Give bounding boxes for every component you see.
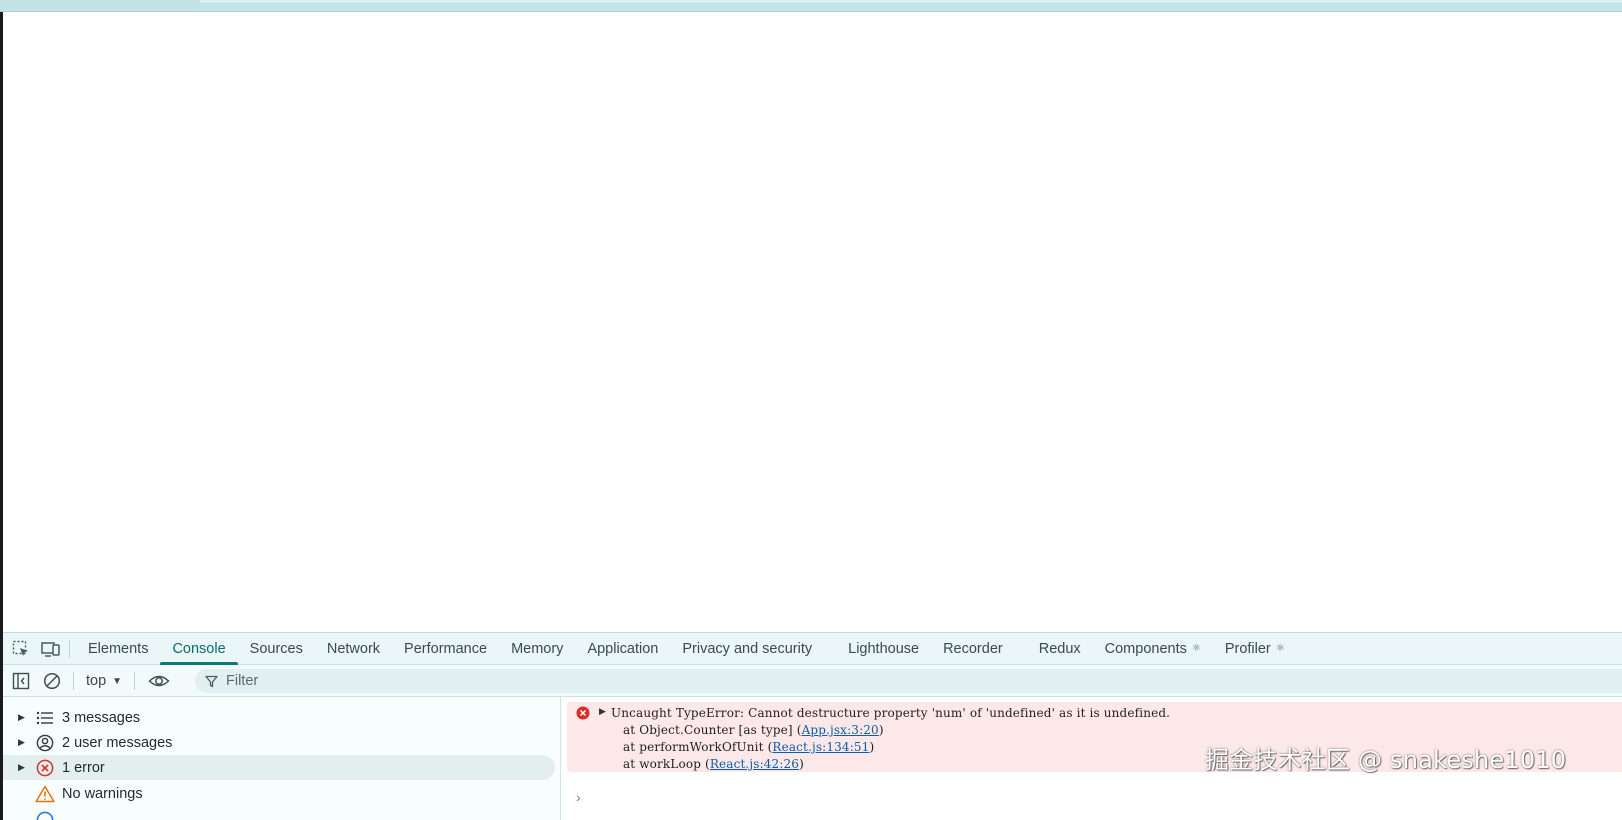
dropdown-arrow-icon: ▼ (112, 676, 123, 687)
source-link[interactable]: React.js:134:51 (772, 740, 869, 754)
sidebar-item-label: 3 messages (62, 709, 141, 726)
tab-performance[interactable]: Performance (392, 633, 499, 665)
error-icon (576, 706, 590, 720)
stack-frame-suffix: ) (799, 757, 804, 771)
sidebar-item-label: No warnings (62, 785, 143, 802)
tab-privacy-and-security[interactable]: Privacy and security (670, 633, 836, 665)
clear-console-icon[interactable] (39, 668, 65, 694)
context-selector[interactable]: top ▼ (86, 673, 122, 689)
tab-sources[interactable]: Sources (238, 633, 315, 665)
warning-triangle-icon (34, 783, 56, 805)
stack-frame-text: at Object.Counter [as type] ( (623, 723, 802, 737)
tab-elements[interactable]: Elements (76, 633, 160, 665)
tab-lighthouse[interactable]: Lighthouse (836, 633, 931, 665)
tab-label: Performance (404, 640, 488, 657)
stack-frame-suffix: ) (878, 723, 884, 737)
tab-label: Application (587, 640, 659, 657)
stack-frame-text: at performWorkOfUnit ( (623, 740, 773, 754)
expand-arrow-icon[interactable]: ▶ (18, 712, 28, 723)
context-label: top (86, 672, 107, 689)
eye-icon[interactable] (146, 668, 172, 694)
sidebar-item-messages[interactable]: ▶ 3 messages (3, 705, 555, 730)
tab-label: Privacy and security (682, 640, 813, 657)
tab-label: Sources (249, 640, 303, 657)
tab-console[interactable]: Console (160, 633, 238, 665)
expand-arrow-icon[interactable]: ▶ (18, 737, 28, 748)
error-circle-icon (34, 757, 56, 779)
stack-frame: at Object.Counter [as type] (App.jsx:3:2… (623, 723, 884, 737)
filter-icon (205, 675, 218, 687)
expand-arrow-icon[interactable]: ▶ (599, 707, 606, 717)
filter-placeholder: Filter (226, 673, 259, 689)
tab-label: Recorder (943, 640, 1003, 657)
gear-icon: ⚛ (1191, 643, 1201, 654)
toolbar-separator (73, 671, 74, 690)
tab-label: Memory (511, 640, 564, 657)
devtools-panel: Elements Console Sources Network Perform… (3, 632, 1622, 820)
tab-network[interactable]: Network (315, 633, 392, 665)
tab-memory[interactable]: Memory (499, 633, 575, 665)
filter-input[interactable]: Filter (195, 669, 1622, 693)
tab-label: Components (1104, 640, 1187, 657)
tab-redux[interactable]: Redux (1027, 633, 1093, 665)
sidebar-item-info[interactable]: ▶ (3, 807, 555, 820)
tab-label: Redux (1038, 640, 1081, 657)
console-sidebar: ▶ 3 messages ▶ 2 user messages ▶ 1 error… (3, 697, 561, 820)
show-sidebar-icon[interactable] (8, 668, 34, 694)
devtools-tabbar: Elements Console Sources Network Perform… (3, 633, 1622, 665)
tab-components[interactable]: Components ⚛ (1093, 633, 1213, 665)
stack-frame: at workLoop (React.js:42:26) (623, 757, 804, 771)
page-viewport (3, 12, 1622, 632)
device-toolbar-icon[interactable] (39, 637, 63, 661)
tab-label: Lighthouse (848, 640, 920, 657)
info-circle-icon (34, 809, 56, 820)
tab-application[interactable]: Application (575, 633, 670, 665)
toolbar-separator (134, 671, 136, 690)
tab-profiler[interactable]: Profiler ⚛ (1213, 633, 1297, 665)
sidebar-item-label: 2 user messages (62, 734, 173, 751)
gear-icon: ⚛ (1275, 643, 1285, 654)
console-toolbar: top ▼ Filter (3, 665, 1622, 697)
list-icon (34, 707, 56, 729)
console-prompt[interactable]: › (576, 789, 581, 805)
browser-top-strip (0, 0, 1622, 12)
sidebar-item-label: 1 error (62, 759, 105, 776)
sidebar-item-warnings[interactable]: ▶ No warnings (3, 781, 555, 806)
sidebar-item-user-messages[interactable]: ▶ 2 user messages (3, 730, 555, 755)
watermark: 掘金技术社区 @ snakeshe1010 (1205, 746, 1567, 774)
stack-frame-suffix: ) (869, 740, 875, 754)
sidebar-item-errors[interactable]: ▶ 1 error (3, 755, 555, 780)
tab-label: Network (326, 640, 381, 657)
error-text: Uncaught TypeError: Cannot destructure p… (611, 706, 1171, 720)
stack-frame: at performWorkOfUnit (React.js:134:51) (623, 740, 874, 754)
tab-label: Console (172, 640, 226, 657)
tab-label: Elements (88, 640, 149, 657)
select-element-icon[interactable] (9, 637, 33, 661)
expand-arrow-icon[interactable]: ▶ (18, 762, 28, 773)
stack-frame-text: at workLoop ( (623, 757, 710, 771)
tab-label: Profiler (1224, 640, 1271, 657)
source-link[interactable]: React.js:42:26 (710, 757, 799, 771)
tabbar-separator (69, 639, 70, 658)
user-circle-icon (34, 732, 56, 754)
tab-recorder[interactable]: Recorder (931, 633, 1027, 665)
source-link[interactable]: App.jsx:3:20 (802, 723, 879, 737)
